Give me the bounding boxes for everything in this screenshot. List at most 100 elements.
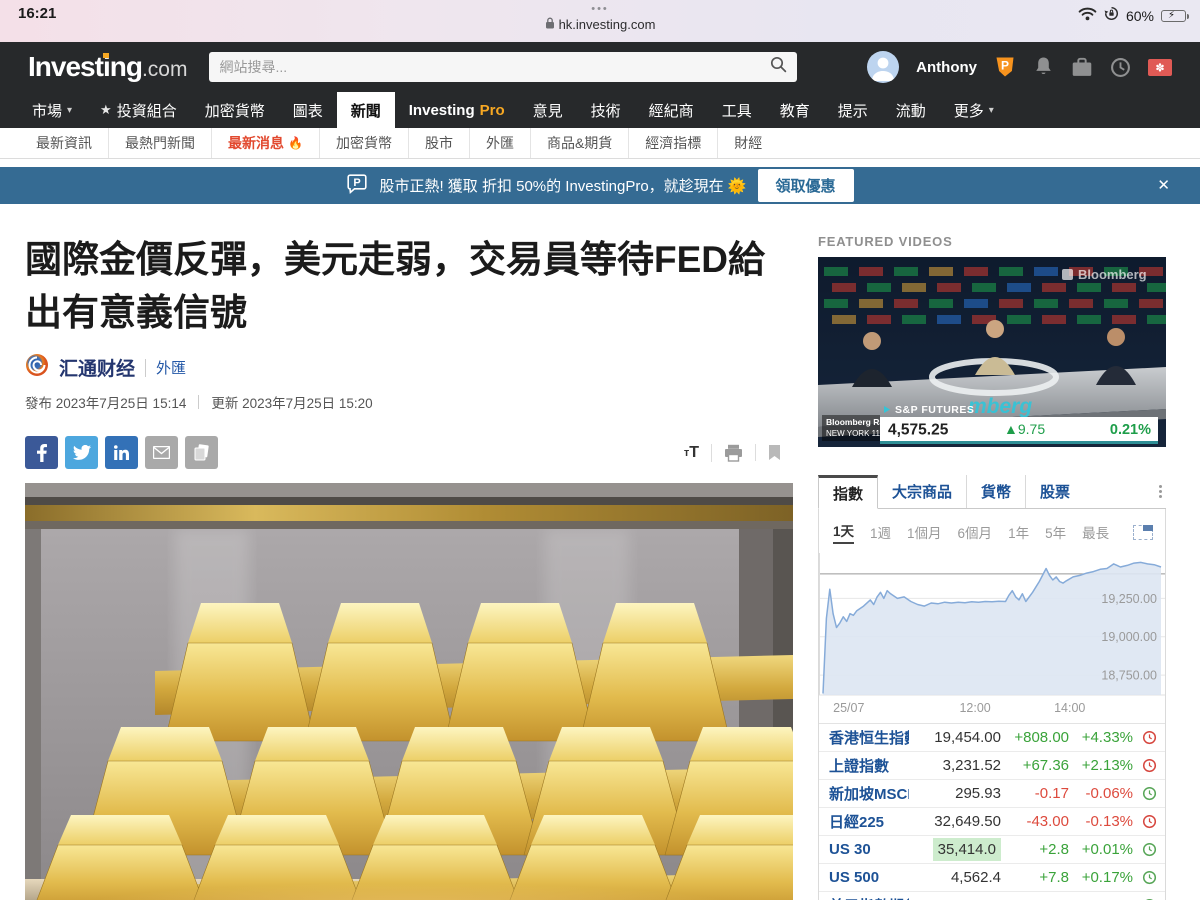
subnav-item-crypto[interactable]: 加密貨幣 (318, 128, 408, 158)
nav-item-market[interactable]: 市場 ▾ (18, 92, 86, 128)
print-button[interactable] (711, 443, 755, 462)
quote-name[interactable]: 香港恒生指數 (829, 727, 909, 748)
claim-offer-button[interactable]: 領取優惠 (757, 169, 854, 202)
share-email-button[interactable] (145, 436, 178, 470)
wifi-icon (1078, 7, 1097, 26)
nav-item-education[interactable]: 教育 (766, 92, 824, 128)
tab-dots[interactable]: ••• (0, 4, 1200, 15)
flame-icon: 🔥 (288, 136, 303, 150)
history-clock-icon[interactable] (1110, 57, 1131, 78)
svg-text:19,250.00: 19,250.00 (1101, 592, 1157, 606)
investing-logo[interactable]: Investing.com (28, 51, 187, 83)
share-twitter-button[interactable] (65, 436, 98, 470)
battery-percent: 60% (1125, 8, 1154, 24)
portfolio-briefcase-icon[interactable] (1071, 57, 1093, 78)
table-row[interactable]: 新加坡MSCI 期貨 295.93 -0.17 -0.06% (819, 780, 1165, 808)
range-1個月[interactable]: 1個月 (907, 522, 942, 542)
tab-currencies[interactable]: 貨幣 (966, 475, 1025, 508)
article: 國際金價反彈，美元走弱，交易員等待FED給出有意義信號 汇通财经 外匯 發布 2… (25, 234, 833, 900)
table-row[interactable]: 日經225 32,649.50 -43.00 -0.13% (819, 808, 1165, 836)
published-time: 發布 2023年7月25日 15:14 (25, 396, 187, 412)
source-name[interactable]: 汇通财经 (59, 354, 135, 381)
quote-change: +2.8 (1039, 841, 1069, 858)
subnav-item-stock[interactable]: 股市 (407, 128, 469, 158)
quote-change: +67.36 (1022, 757, 1069, 774)
table-row[interactable]: 香港恒生指數 19,454.00 +808.00 +4.33% (819, 724, 1165, 752)
url-bar[interactable]: hk.investing.com (0, 17, 1200, 32)
nav-item-mobile[interactable]: 流動 (882, 92, 940, 128)
range-1年[interactable]: 1年 (1008, 522, 1029, 542)
range-1天[interactable]: 1天 (833, 520, 855, 544)
subnav-item-forex[interactable]: 外匯 (468, 128, 530, 158)
quote-name[interactable]: 日經225 (829, 811, 909, 832)
table-row[interactable]: 上證指數 3,231.52 +67.36 +2.13% (819, 752, 1165, 780)
svg-text:19,000.00: 19,000.00 (1101, 630, 1157, 644)
nav-item-brokers[interactable]: 經紀商 (635, 92, 708, 128)
nav-item-tips[interactable]: 提示 (824, 92, 882, 128)
tab-indices[interactable]: 指數 (818, 475, 879, 509)
quote-name[interactable]: US 30 (829, 841, 909, 858)
nav-item-crypto[interactable]: 加密貨幣 (191, 92, 279, 128)
range-6個月[interactable]: 6個月 (958, 522, 993, 542)
nav-item-technical[interactable]: 技術 (577, 92, 635, 128)
market-widget: 指數 大宗商品 貨幣 股票 1天 1週 1個月 6個月 1年 5年 最長 19,250.00 19,… (818, 475, 1166, 900)
quote-change: -0.17 (1034, 785, 1069, 802)
tab-commodities[interactable]: 大宗商品 (878, 475, 966, 508)
svg-text:18,750.00: 18,750.00 (1101, 669, 1157, 683)
edition-flag-icon[interactable]: ✽ (1148, 58, 1172, 76)
range-最長[interactable]: 最長 (1082, 522, 1109, 542)
quote-name[interactable]: US 500 (829, 869, 909, 886)
up-arrow-icon: ▲ (1004, 421, 1018, 437)
subnav-item-latest[interactable]: 最新資訊 (20, 128, 108, 158)
nav-item-charts[interactable]: 圖表 (279, 92, 337, 128)
bookmark-button[interactable] (755, 444, 793, 462)
quote-name[interactable]: 美元指數期貨 (829, 895, 909, 900)
avatar[interactable] (867, 51, 900, 83)
nav-item-investingpro[interactable]: Investing Pro (395, 92, 519, 128)
table-row[interactable]: US 30 35,414.0 +2.8 +0.01% (819, 836, 1165, 864)
table-row[interactable]: 美元指數期貨101.139+0.047+0.05% (819, 892, 1165, 900)
chart-expand-icon[interactable] (1133, 524, 1153, 540)
text-size-button[interactable]: тT (672, 444, 711, 462)
share-linkedin-button[interactable] (105, 436, 138, 470)
share-facebook-button[interactable] (25, 436, 58, 470)
search-icon[interactable] (770, 56, 787, 78)
investingpro-badge-icon[interactable]: P (994, 55, 1016, 79)
promo-close-icon[interactable]: ✕ (1157, 176, 1170, 194)
subnav-item-economic[interactable]: 經濟指標 (628, 128, 717, 158)
ticker-percent: 0.21% (1110, 422, 1151, 438)
notifications-bell-icon[interactable] (1033, 56, 1054, 78)
ticker-change: ▲9.75 (1004, 421, 1045, 437)
nav-item-portfolio[interactable]: ★ 投資組合 (86, 92, 191, 128)
nav-item-opinion[interactable]: 意見 (519, 92, 577, 128)
site-search[interactable] (209, 52, 798, 82)
search-input[interactable] (219, 59, 771, 75)
range-5年[interactable]: 5年 (1045, 522, 1066, 542)
nav-item-more[interactable]: 更多 ▾ (940, 92, 1008, 128)
subnav-item-economy[interactable]: 財經 (717, 128, 778, 158)
category-link[interactable]: 外匯 (156, 357, 186, 378)
widget-tabs: 指數 大宗商品 貨幣 股票 (818, 475, 1166, 509)
nav-item-tools[interactable]: 工具 (708, 92, 766, 128)
quote-change: -43.00 (1026, 813, 1069, 830)
subnav-item-commodities[interactable]: 商品&期貨 (529, 128, 628, 158)
subnav-item-popular[interactable]: 最熱門新聞 (108, 128, 211, 158)
table-row[interactable]: US 500 4,562.4 +7.8 +0.17% (819, 864, 1165, 892)
divider (145, 358, 147, 377)
user-name[interactable]: Anthony (916, 59, 977, 76)
range-1週[interactable]: 1週 (870, 522, 891, 542)
article-image-gold-bars (25, 483, 833, 900)
quote-last: 35,414.0 (909, 838, 1001, 861)
quote-name[interactable]: 上證指數 (829, 755, 909, 776)
index-chart: 19,250.00 19,000.00 18,750.00 25/07 12:00 14:… (819, 553, 1165, 723)
promo-banner: P 股市正熱! 獲取 折扣 50%的 InvestingPro，就趁現在 🌞 領… (0, 167, 1200, 204)
quote-change-percent: +0.01% (1081, 841, 1133, 858)
subnav-item-breaking[interactable]: 最新消息 🔥 (211, 128, 319, 158)
tab-stocks[interactable]: 股票 (1025, 475, 1084, 508)
widget-kebab-icon[interactable] (1155, 475, 1166, 508)
share-copy-button[interactable] (185, 436, 218, 470)
market-closed-clock-icon (1133, 730, 1157, 745)
nav-item-news[interactable]: 新聞 (336, 92, 395, 128)
quote-name[interactable]: 新加坡MSCI 期貨 (829, 783, 909, 804)
video-player[interactable]: Bloomberg mberg ence (818, 257, 1171, 447)
